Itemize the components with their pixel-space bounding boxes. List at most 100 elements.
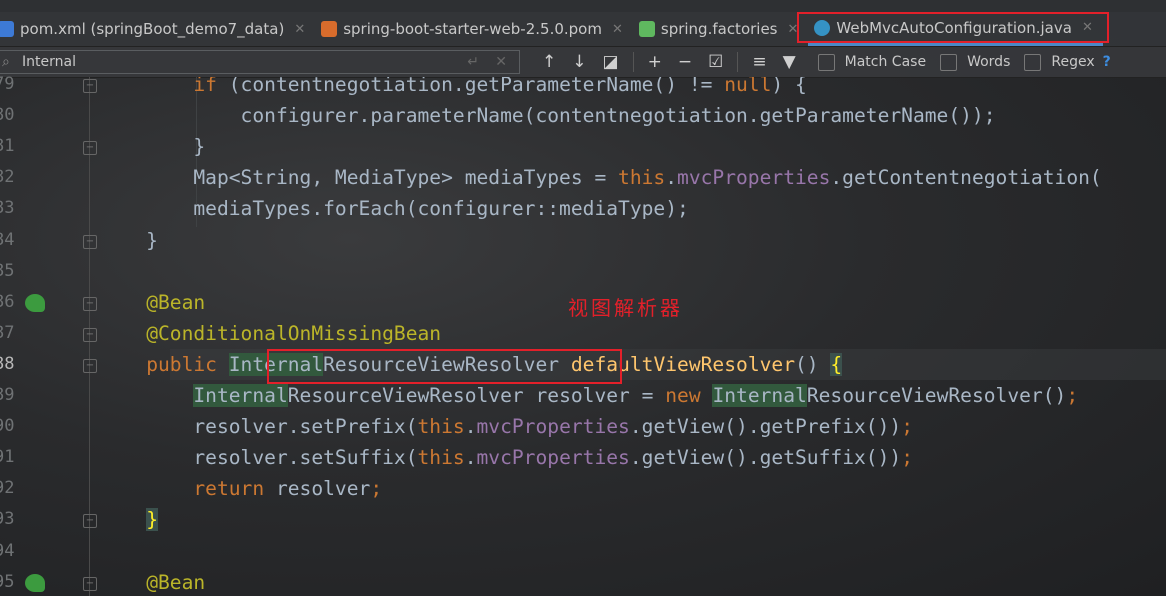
search-icon: ⌕ bbox=[2, 54, 10, 70]
annotation-note: 视图解析器 bbox=[568, 296, 683, 320]
code-token: . bbox=[464, 415, 477, 439]
clear-icon[interactable]: ✕ bbox=[495, 54, 507, 70]
code-token: ResourceViewResolver() bbox=[806, 384, 1067, 407]
tab-label: spring-boot-starter-web-2.5.0.pom bbox=[343, 20, 602, 38]
code-token: ; bbox=[901, 446, 913, 470]
regex-help-icon[interactable]: ? bbox=[1103, 54, 1111, 70]
code-line: Map<String, MediaType> mediaTypes = this… bbox=[99, 162, 1102, 193]
code-token: . bbox=[464, 446, 477, 470]
code-line: resolver.setPrefix(this.mvcProperties.ge… bbox=[99, 411, 913, 442]
code-token: mvcProperties bbox=[677, 166, 831, 190]
code-line: } bbox=[99, 225, 158, 256]
tab-label: spring.factories bbox=[660, 20, 778, 38]
tab-spring-boot-starter-web-2-5-0-pom[interactable]: spring-boot-starter-web-2.5.0.pom ✕ bbox=[315, 12, 633, 46]
code-token: public bbox=[146, 352, 229, 376]
next-occurrence-icon[interactable]: ↓ bbox=[572, 52, 586, 72]
search-input[interactable]: ⌕ Internal ↵ ✕ bbox=[0, 50, 520, 74]
code-token: (contentnegotiation.getParameterName() !… bbox=[216, 77, 725, 96]
code-line: public InternalResourceViewResolver defa… bbox=[99, 349, 843, 380]
filter-icon[interactable]: ▼ bbox=[783, 52, 796, 72]
code-line: if (contentnegotiation.getParameterName(… bbox=[99, 77, 807, 100]
code-token: Internal bbox=[712, 384, 807, 407]
divider bbox=[737, 52, 739, 72]
code-token: ResourceViewResolver bbox=[323, 352, 571, 376]
code-line: @Bean bbox=[99, 287, 205, 318]
maven-icon bbox=[0, 21, 14, 37]
code-token: defaultViewResolver bbox=[570, 352, 796, 376]
code-token: ; bbox=[1066, 384, 1079, 407]
code-token: { bbox=[830, 352, 843, 376]
words-checkbox[interactable]: Words bbox=[940, 53, 1010, 71]
code-token: } bbox=[99, 228, 158, 252]
tab-webmvcautoconfiguration-java[interactable]: WebMvcAutoConfiguration.java ✕ bbox=[808, 12, 1103, 46]
code-token: resolver.setSuffix( bbox=[99, 446, 418, 470]
code-line: } bbox=[99, 504, 158, 535]
divider bbox=[632, 52, 634, 72]
tab-pom-xml-springboot-demo7-data-[interactable]: pom.xml (springBoot_demo7_data) ✕ bbox=[0, 12, 315, 46]
select-all-occurrences-icon[interactable]: ☑ bbox=[708, 52, 723, 72]
code-token: } bbox=[99, 135, 206, 159]
code-token: @ConditionalOnMissingBean bbox=[146, 321, 442, 345]
tab-label: WebMvcAutoConfiguration.java bbox=[836, 18, 1072, 37]
code-line: InternalResourceViewResolver resolver = … bbox=[99, 380, 1078, 411]
find-in-window-icon[interactable]: ◪ bbox=[603, 52, 619, 72]
code-line: resolver.setSuffix(this.mvcProperties.ge… bbox=[99, 442, 913, 473]
code-line: @Bean bbox=[99, 567, 205, 596]
code-token: return bbox=[193, 477, 276, 501]
match-case-checkbox[interactable]: Match Case bbox=[817, 53, 926, 71]
search-value: Internal bbox=[22, 54, 76, 70]
regex-checkbox[interactable]: Regex bbox=[1024, 53, 1095, 71]
code-line: configurer.parameterName(contentnegotiat… bbox=[99, 100, 996, 131]
code-token: ) { bbox=[771, 77, 807, 96]
code-token: @Bean bbox=[146, 570, 206, 594]
xml-file-icon bbox=[321, 21, 338, 37]
spring-leaf-icon bbox=[638, 21, 655, 37]
code-token: resolver bbox=[275, 477, 371, 501]
search-in-selection-icon[interactable]: ≡ bbox=[752, 52, 766, 72]
code-token: ; bbox=[901, 415, 913, 439]
code-token: . bbox=[665, 166, 678, 190]
code-token: Map<String, MediaType> mediaTypes = bbox=[99, 166, 619, 190]
code-token: resolver.setPrefix( bbox=[99, 415, 418, 439]
editor-tabs: pom.xml (springBoot_demo7_data) ✕ spring-b… bbox=[0, 12, 1166, 47]
code-token: ; bbox=[370, 477, 383, 501]
close-tab-icon[interactable]: ✕ bbox=[294, 22, 305, 37]
code-line: } bbox=[99, 131, 205, 162]
remove-selection-icon[interactable]: − bbox=[678, 52, 692, 72]
code-token: .getView().getPrefix()) bbox=[629, 415, 902, 439]
code-token: this bbox=[417, 446, 465, 470]
code-token: Internal bbox=[228, 352, 324, 376]
code-line: return resolver; bbox=[99, 473, 382, 504]
code-token: @Bean bbox=[146, 290, 206, 314]
add-selection-icon[interactable]: + bbox=[648, 52, 662, 72]
code-token: new bbox=[665, 384, 713, 407]
class-icon bbox=[814, 19, 831, 36]
code-token: mvcProperties bbox=[476, 446, 630, 470]
previous-occurrence-icon[interactable]: ↑ bbox=[542, 52, 556, 72]
code-editor[interactable]: if (contentnegotiation.getParameterName(… bbox=[0, 77, 1166, 596]
code-token: mediaTypes.forEach(configurer::mediaType… bbox=[99, 197, 689, 221]
code-token: this bbox=[417, 415, 465, 439]
code-token: .getView().getSuffix()) bbox=[629, 446, 902, 470]
find-bar: ⌕ Internal ↵ ✕ ↑ ↓ ◪ + − ☑ ≡ ▼ Match Cas… bbox=[0, 47, 1166, 78]
code-token: null bbox=[724, 77, 772, 96]
code-token: if bbox=[193, 77, 217, 96]
code-token: mvcProperties bbox=[476, 415, 630, 439]
new-line-icon[interactable]: ↵ bbox=[467, 54, 479, 70]
code-token: .getContentnegotiation( bbox=[830, 166, 1102, 190]
code-token: () bbox=[795, 352, 831, 376]
close-tab-icon[interactable]: ✕ bbox=[1082, 20, 1093, 35]
close-tab-icon[interactable]: ✕ bbox=[788, 22, 799, 37]
close-tab-icon[interactable]: ✕ bbox=[612, 22, 623, 37]
tab-spring-factories[interactable]: spring.factories ✕ bbox=[633, 12, 809, 46]
code-line: @ConditionalOnMissingBean bbox=[99, 318, 441, 349]
title-bar bbox=[0, 0, 1166, 12]
